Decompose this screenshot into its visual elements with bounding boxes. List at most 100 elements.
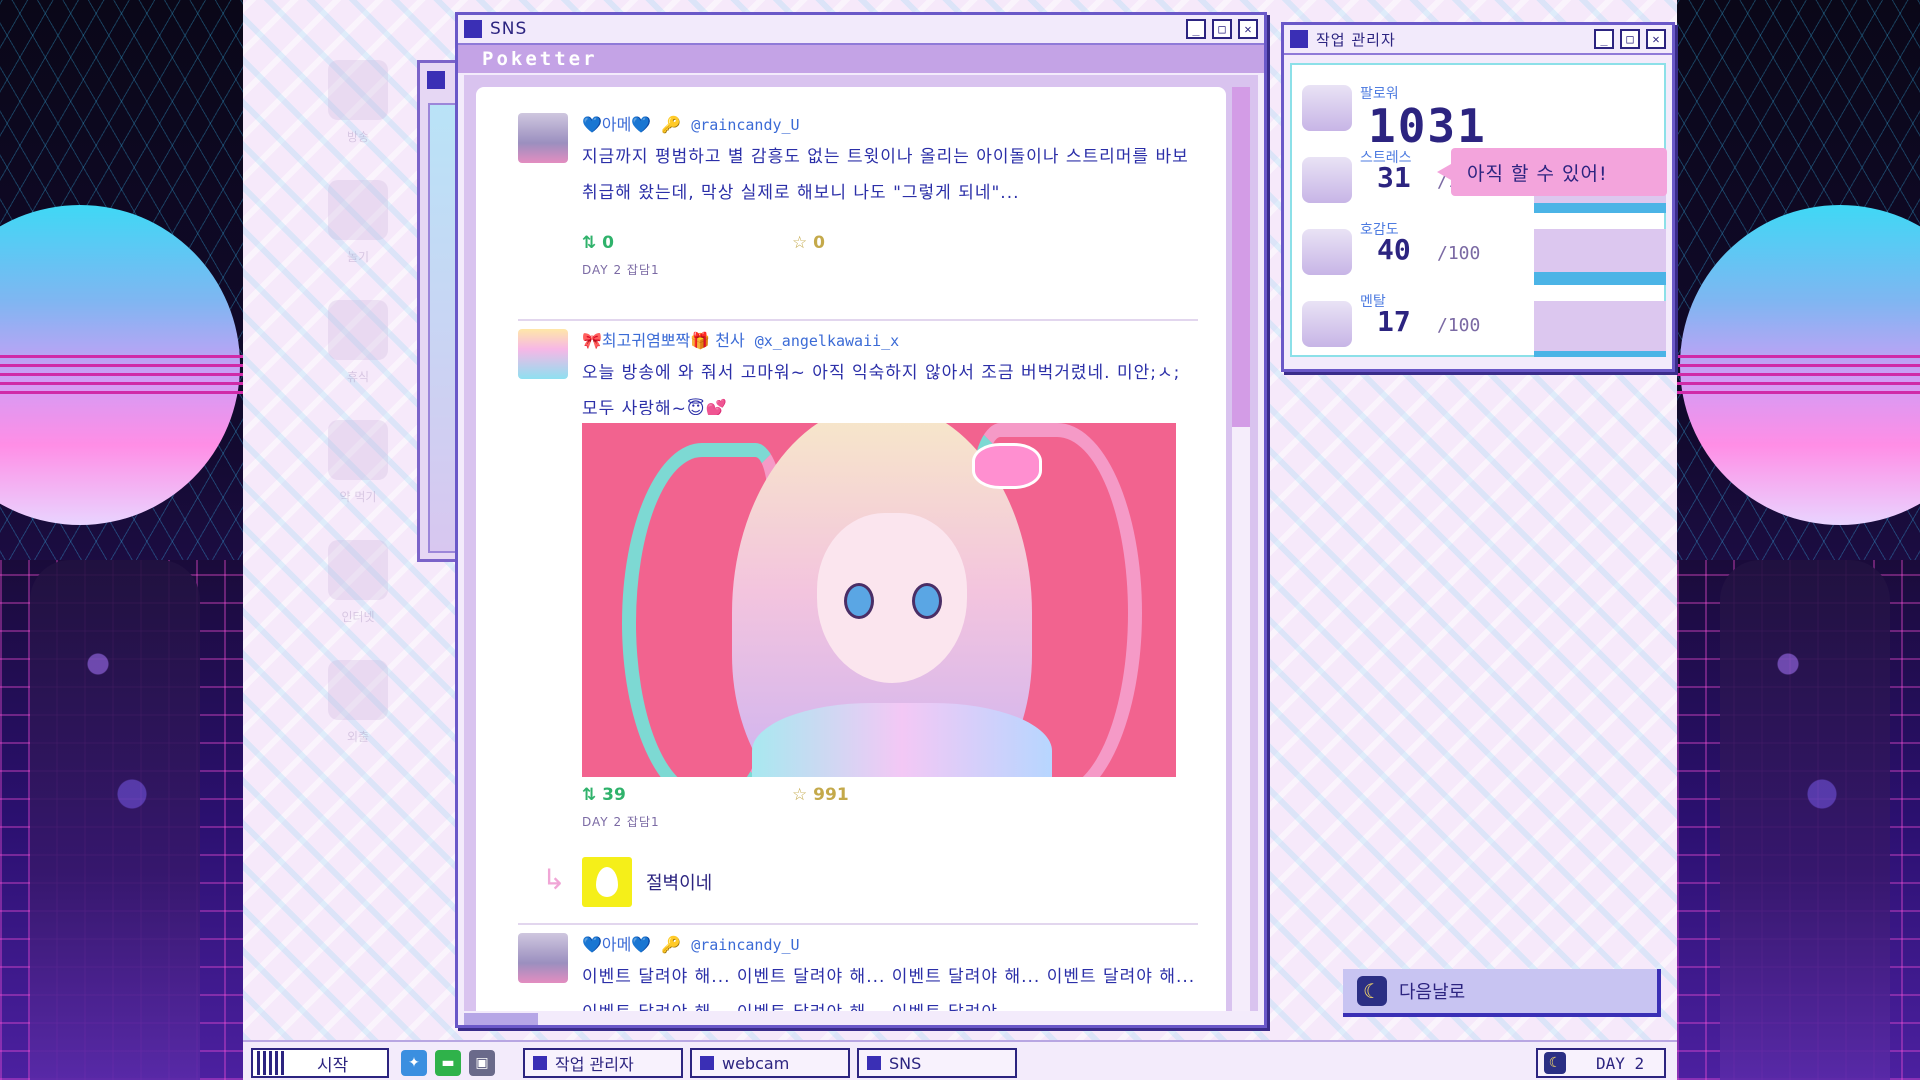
post-text: 이벤트 달려야 해... 이벤트 달려야 해... 이벤트 달려야 해... 이… bbox=[582, 967, 1196, 1011]
egg-avatar-icon[interactable] bbox=[582, 857, 632, 907]
task-manager-body: 팔로워 1031 스트레스 31 /100 호감도 40 /100 멘탈 17 … bbox=[1290, 63, 1666, 357]
handle[interactable]: @raincandy_U bbox=[691, 116, 799, 134]
window-square-icon bbox=[867, 1056, 881, 1070]
timeline[interactable]: 💙아메💙 🔑 @raincandy_U 지금까지 평범하고 별 감흥도 없는 트윗이… bbox=[476, 87, 1226, 1011]
app-name: Poketter bbox=[458, 45, 1264, 73]
desktop-icon-rest[interactable]: 휴식 bbox=[308, 300, 408, 420]
window-square-icon bbox=[427, 71, 445, 89]
reply-text: 절벽이네 bbox=[646, 873, 713, 894]
desktop-icon-play[interactable]: 놀기 bbox=[308, 180, 408, 300]
affection-bar-fill bbox=[1534, 272, 1666, 285]
mental-bar bbox=[1534, 301, 1666, 357]
stat-max: /100 bbox=[1437, 315, 1481, 336]
star-icon: ☆ bbox=[792, 233, 814, 253]
taskbar-sns[interactable]: SNS bbox=[857, 1048, 1017, 1078]
desktop-icon-stream[interactable]: 방송 bbox=[308, 60, 408, 180]
divider bbox=[518, 923, 1198, 925]
right-background-art bbox=[1677, 0, 1920, 1080]
mental-bar-fill bbox=[1534, 351, 1666, 357]
handle[interactable]: @x_angelkawaii_x bbox=[755, 332, 900, 350]
bird-icon[interactable]: ✦ bbox=[401, 1050, 427, 1076]
task-manager-window: 작업 관리자 _ □ ✕ 팔로워 1031 스트레스 31 /100 호감도 4… bbox=[1281, 22, 1675, 372]
scrollbar-thumb[interactable] bbox=[1232, 87, 1250, 427]
window-square-icon bbox=[533, 1056, 547, 1070]
taskbar-task-manager[interactable]: 작업 관리자 bbox=[523, 1048, 683, 1078]
followers-count: 1031 bbox=[1368, 99, 1487, 153]
minimize-button[interactable]: _ bbox=[1186, 19, 1206, 39]
taskbar-webcam[interactable]: webcam bbox=[690, 1048, 850, 1078]
display-name[interactable]: 💙아메💙 bbox=[582, 115, 651, 134]
rest-icon bbox=[328, 300, 388, 360]
stress-icon bbox=[1302, 157, 1352, 203]
stat-value: 31 bbox=[1377, 161, 1411, 194]
start-label: 시작 bbox=[317, 1055, 349, 1076]
moon-icon: ☾ bbox=[1544, 1052, 1566, 1074]
start-button[interactable]: 시작 bbox=[251, 1048, 389, 1078]
desktop-icon-outing[interactable]: 외출 bbox=[308, 660, 408, 780]
avatar[interactable] bbox=[518, 329, 568, 379]
star-icon: ☆ bbox=[792, 785, 814, 805]
display-name[interactable]: 🎀최고귀염뽀짝🎁 천사 bbox=[582, 331, 745, 350]
post: 🎀최고귀염뽀짝🎁 천사 @x_angelkawaii_x 오늘 방송에 와 줘서 … bbox=[518, 329, 1198, 830]
desktop-icon-meds[interactable]: 약 먹기 bbox=[308, 420, 408, 540]
task-manager-title: 작업 관리자 bbox=[1316, 30, 1396, 49]
favorite-count[interactable]: ☆ 991 bbox=[792, 785, 849, 805]
divider bbox=[518, 319, 1198, 321]
reply: ↳ 절벽이네 bbox=[518, 857, 1198, 907]
display-name[interactable]: 💙아메💙 bbox=[582, 935, 651, 954]
post-image[interactable] bbox=[582, 423, 1176, 777]
retweet-count[interactable]: ⇅ 39 bbox=[582, 785, 792, 805]
desktop-icon-column: 방송 놀기 휴식 약 먹기 인터넷 외출 bbox=[308, 60, 408, 780]
retweet-icon: ⇅ bbox=[582, 785, 603, 805]
play-icon bbox=[328, 180, 388, 240]
quick-launch: ✦ ▬ ▣ bbox=[401, 1050, 495, 1076]
chat-icon[interactable]: ▬ bbox=[435, 1050, 461, 1076]
minimize-button[interactable]: _ bbox=[1594, 29, 1614, 49]
mental-row: 멘탈 17 /100 bbox=[1302, 291, 1672, 357]
post: 💙아메💙 🔑 @raincandy_U 지금까지 평범하고 별 감흥도 없는 트윗이… bbox=[518, 113, 1198, 278]
monitor-icon[interactable]: ▣ bbox=[469, 1050, 495, 1076]
key-icon: 🔑 bbox=[661, 935, 682, 954]
moon-icon: ☾ bbox=[1357, 976, 1387, 1006]
mental-icon bbox=[1302, 301, 1352, 347]
stat-value: 17 bbox=[1377, 305, 1411, 338]
post-text: 지금까지 평범하고 별 감흥도 없는 트윗이나 올리는 아이돌이나 스트리머를 … bbox=[582, 147, 1189, 203]
close-button[interactable]: ✕ bbox=[1238, 19, 1258, 39]
left-background-art bbox=[0, 0, 243, 1080]
maximize-button[interactable]: □ bbox=[1620, 29, 1640, 49]
sns-window: SNS _ □ ✕ Poketter 💙아메💙 🔑 @raincandy_U 지금까… bbox=[455, 12, 1267, 1028]
close-button[interactable]: ✕ bbox=[1646, 29, 1666, 49]
stream-icon bbox=[328, 60, 388, 120]
stress-bar-fill bbox=[1534, 203, 1666, 213]
pill-icon bbox=[328, 420, 388, 480]
post-text: 오늘 방송에 와 줘서 고마워~ 아직 익숙하지 않아서 조금 버벅거렸네. 미… bbox=[582, 363, 1181, 415]
day-label: DAY 2 bbox=[1596, 1053, 1645, 1073]
internet-icon bbox=[328, 540, 388, 600]
favorite-count[interactable]: ☆ 0 bbox=[792, 233, 825, 253]
day-indicator: ☾ DAY 2 bbox=[1536, 1048, 1666, 1078]
avatar[interactable] bbox=[518, 933, 568, 983]
handle[interactable]: @raincandy_U bbox=[691, 936, 799, 954]
sns-body: 💙아메💙 🔑 @raincandy_U 지금까지 평범하고 별 감흥도 없는 트윗이… bbox=[464, 75, 1258, 1011]
post: 💙아메💙 🔑 @raincandy_U 이벤트 달려야 해... 이벤트 달려야 해… bbox=[518, 933, 1198, 1011]
window-square-icon bbox=[1290, 30, 1308, 48]
next-day-button[interactable]: ☾ 다음날로 bbox=[1343, 969, 1661, 1017]
task-manager-titlebar[interactable]: 작업 관리자 _ □ ✕ bbox=[1284, 25, 1672, 55]
reply-arrow-icon: ↳ bbox=[542, 863, 566, 896]
affection-row: 호감도 40 /100 bbox=[1302, 219, 1672, 285]
key-icon: 🔑 bbox=[661, 115, 682, 134]
sns-titlebar[interactable]: SNS _ □ ✕ bbox=[458, 15, 1264, 45]
sns-window-title: SNS bbox=[490, 19, 528, 39]
followers-row bbox=[1302, 75, 1672, 141]
retweet-icon: ⇅ bbox=[582, 233, 603, 253]
avatar[interactable] bbox=[518, 113, 568, 163]
taskbar: 시작 ✦ ▬ ▣ 작업 관리자 webcam SNS ☾ DAY 2 bbox=[243, 1040, 1677, 1080]
stat-max: /100 bbox=[1437, 243, 1481, 264]
start-icon bbox=[257, 1051, 287, 1075]
maximize-button[interactable]: □ bbox=[1212, 19, 1232, 39]
retweet-count[interactable]: ⇅ 0 bbox=[582, 233, 792, 253]
affection-icon bbox=[1302, 229, 1352, 275]
next-day-label: 다음날로 bbox=[1399, 982, 1466, 1003]
desktop-icon-internet[interactable]: 인터넷 bbox=[308, 540, 408, 660]
stat-value: 40 bbox=[1377, 233, 1411, 266]
